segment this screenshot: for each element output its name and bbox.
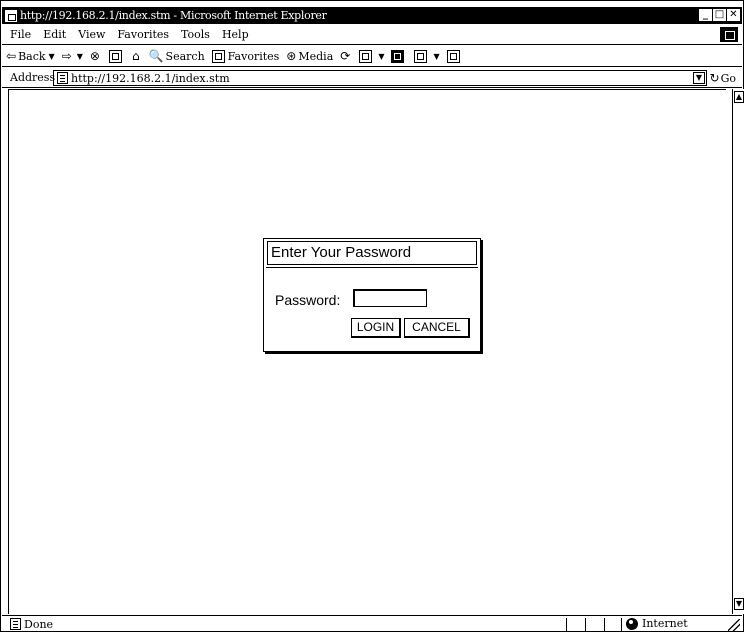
chevron-down-icon[interactable]: ▼ [378,52,384,61]
back-label: Back [18,49,46,63]
home-button[interactable]: ⌂ [132,49,142,63]
print-button[interactable] [391,49,407,63]
page-icon [5,9,17,22]
window-title: http://192.168.2.1/index.stm - Microsoft… [20,9,327,22]
divider [266,267,478,268]
zone-label: Internet [642,617,688,630]
menu-edit[interactable]: Edit [43,28,66,41]
status-divider [585,618,586,631]
address-url[interactable]: http://192.168.2.1/index.stm [71,72,230,85]
resize-grip-icon[interactable] [728,619,740,631]
login-button[interactable]: LOGIN [351,318,401,338]
windows-logo-icon [720,27,738,42]
media-label: Media [298,49,334,63]
mail-icon [359,49,373,63]
media-button[interactable]: ⊛ Media [286,49,333,63]
cancel-button[interactable]: CANCEL [404,318,470,338]
favorites-icon [211,49,225,63]
discuss-icon [446,49,460,63]
forward-button[interactable]: ⇨ ▼ [62,49,83,63]
chevron-down-icon[interactable]: ▼ [693,72,705,84]
login-dialog: Enter Your Password Password: LOGIN CANC… [263,238,481,352]
maximize-button[interactable]: □ [713,9,726,21]
security-zone: Internet [626,617,688,630]
vertical-scrollbar[interactable]: ▲ ▼ [732,89,744,614]
menu-view[interactable]: View [78,28,105,41]
scroll-up-button[interactable]: ▲ [734,91,744,103]
status-text: Done [24,617,54,631]
address-label: Address [10,71,56,84]
title-bar: http://192.168.2.1/index.stm - Microsoft… [2,7,742,24]
edit-icon [414,49,428,63]
address-bar: Address http://192.168.2.1/index.stm ▼ ↻… [2,68,742,88]
stop-icon: ⊗ [89,49,100,63]
menu-bar: File Edit View Favorites Tools Help [2,25,742,45]
menu-help[interactable]: Help [222,28,249,41]
refresh-icon [108,49,122,63]
mail-button[interactable]: ▼ [359,49,384,63]
home-icon: ⌂ [131,49,140,63]
history-icon: ⟳ [340,49,351,63]
search-button[interactable]: 🔍 Search [149,49,205,63]
status-bar: Done Internet [2,615,742,632]
back-arrow-icon: ⇦ [6,49,17,63]
globe-icon [626,617,638,630]
go-button[interactable]: ↻ Go [710,71,736,85]
back-button[interactable]: ⇦ Back ▼ [6,49,55,63]
chevron-down-icon[interactable]: ▼ [433,52,439,61]
stop-button[interactable]: ⊗ [90,49,102,63]
minimize-button[interactable]: _ [699,9,712,21]
refresh-button[interactable] [108,49,125,63]
dialog-title: Enter Your Password [267,241,477,265]
menu-tools[interactable]: Tools [181,28,210,41]
scroll-down-button[interactable]: ▼ [734,598,744,610]
favorites-label: Favorites [227,49,280,63]
close-button[interactable]: ✕ [727,9,740,21]
media-icon: ⊛ [286,49,297,63]
favorites-button[interactable]: Favorites [211,49,280,63]
go-label: Go [720,71,736,85]
page-icon [57,72,68,84]
status-divider [566,618,567,631]
address-input[interactable]: http://192.168.2.1/index.stm ▼ [53,70,707,86]
status-divider [604,618,605,631]
print-icon [391,49,405,63]
chevron-down-icon[interactable]: ▼ [49,52,55,61]
page-icon [10,618,21,630]
forward-arrow-icon: ⇨ [61,49,72,63]
search-icon: 🔍 [148,49,164,63]
menu-favorites[interactable]: Favorites [117,28,169,41]
password-field[interactable] [353,289,427,307]
go-arrow-icon: ↻ [709,71,720,85]
history-button[interactable]: ⟳ [340,49,352,63]
browser-window: http://192.168.2.1/index.stm - Microsoft… [0,0,744,632]
standard-toolbar: ⇦ Back ▼ ⇨ ▼ ⊗ ⌂ 🔍 Search Favorites ⊛ Me… [2,46,742,67]
discuss-button[interactable] [446,49,463,63]
edit-button[interactable]: ▼ [414,49,440,63]
menu-file[interactable]: File [10,28,31,41]
search-label: Search [165,49,205,63]
password-label: Password: [275,292,341,308]
chevron-down-icon[interactable]: ▼ [77,52,83,61]
status-divider [621,618,622,631]
window-controls: _ □ ✕ [699,9,740,21]
